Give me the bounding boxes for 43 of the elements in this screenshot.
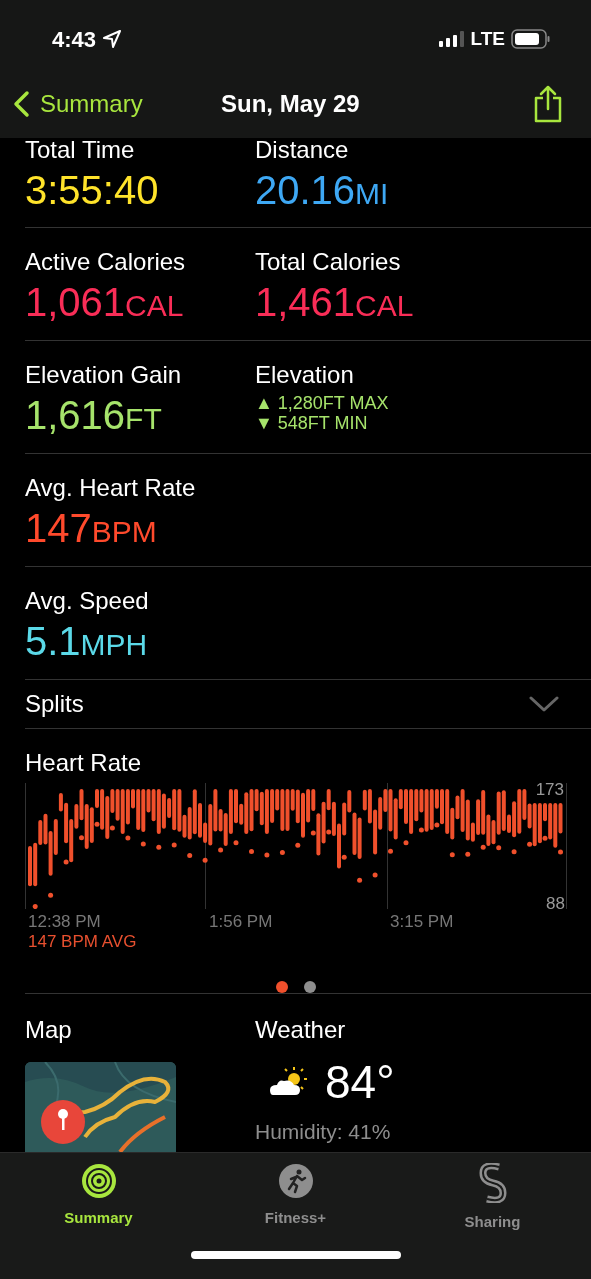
axis-label: 12:38 PM <box>28 911 101 933</box>
metric-value: 20.16MI <box>255 167 390 214</box>
metric-value: 1,061CAL <box>25 279 185 326</box>
metric-label: Total Calories <box>255 248 402 276</box>
page-title: Sun, May 29 <box>221 89 360 119</box>
metric-value: 3:55:40 <box>25 167 160 214</box>
section-title: Heart Rate <box>25 749 143 777</box>
average-label: 147 BPM AVG <box>28 931 138 953</box>
runner-icon <box>277 1163 314 1199</box>
metric-label: Elevation <box>255 361 355 389</box>
metric-value: 147BPM <box>25 505 158 552</box>
axis-label: 1:56 PM <box>209 911 273 933</box>
section-title: Map <box>25 1016 73 1044</box>
metric-value: 5.1MPH <box>25 618 149 665</box>
metric-label: Avg. Speed <box>25 587 150 615</box>
metric-label: Avg. Heart Rate <box>25 474 197 502</box>
status-time: 4:43 <box>52 25 97 54</box>
location-arrow-icon <box>102 29 123 49</box>
metric-value: 1,461CAL <box>255 279 415 326</box>
temperature-value: 84° <box>325 1055 395 1110</box>
axis-label: 88 <box>546 893 565 915</box>
signal-icon <box>438 31 465 47</box>
metric-label: Active Calories <box>25 248 187 276</box>
tab[interactable]: Sharing <box>394 1153 591 1253</box>
metric-label: Total Time <box>25 138 136 164</box>
min-elevation: ▼ 548FT MIN <box>255 413 368 433</box>
chevron-icon[interactable] <box>529 695 559 713</box>
humidity-label: Humidity: 41% <box>255 1119 392 1145</box>
rings-icon <box>80 1163 117 1199</box>
sharing-icon <box>478 1163 507 1203</box>
battery-icon <box>511 29 551 49</box>
share-icon[interactable] <box>533 85 563 123</box>
axis-label: 3:15 PM <box>390 911 454 933</box>
metric-value: 1,616FT <box>25 392 163 439</box>
section-title: Weather <box>255 1016 347 1044</box>
tab[interactable]: Summary <box>0 1153 197 1253</box>
back-button[interactable]: Summary <box>12 86 143 122</box>
back-chevron-icon[interactable] <box>12 90 32 118</box>
metric-label: Elevation Gain <box>25 361 183 389</box>
splits-label[interactable]: Splits <box>25 686 84 722</box>
network-label: LTE <box>470 26 505 51</box>
metric-label: Distance <box>255 138 350 164</box>
max-elevation: ▲ 1,280FT MAX <box>255 393 389 413</box>
